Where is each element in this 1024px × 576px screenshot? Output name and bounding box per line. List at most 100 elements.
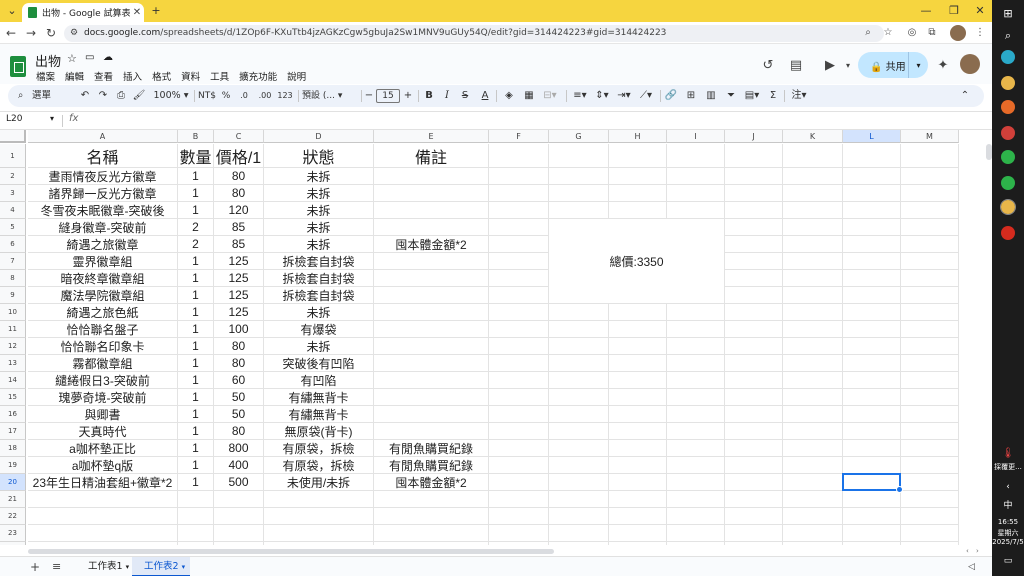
insert-comment-icon[interactable]: ⊞: [684, 87, 698, 105]
cell[interactable]: [549, 423, 609, 440]
cell[interactable]: [725, 508, 783, 525]
column-header-e[interactable]: E: [374, 130, 489, 143]
data-cell[interactable]: 有閒魚購買紀錄: [374, 440, 489, 457]
data-cell[interactable]: 冬雪夜未眠徽章-突破後: [28, 202, 178, 219]
cell[interactable]: [843, 144, 901, 168]
meet-dropdown-icon[interactable]: ▾: [838, 56, 858, 76]
cell[interactable]: [783, 389, 843, 406]
cell[interactable]: [264, 508, 374, 525]
cell[interactable]: [783, 168, 843, 185]
cell[interactable]: [667, 423, 725, 440]
cell[interactable]: [667, 168, 725, 185]
chrome-icon[interactable]: [1001, 76, 1015, 90]
profile-icon[interactable]: [950, 25, 966, 41]
row-header-13[interactable]: 13: [0, 355, 26, 372]
percent-format-button[interactable]: %: [220, 87, 232, 105]
zoom-select[interactable]: 100% ▾: [151, 87, 191, 105]
data-cell[interactable]: 80: [214, 355, 264, 372]
cell[interactable]: [609, 372, 667, 389]
data-cell[interactable]: 2: [178, 219, 214, 236]
ime-indicator[interactable]: 中: [992, 498, 1024, 511]
cell[interactable]: [843, 355, 901, 372]
cell[interactable]: [783, 144, 843, 168]
currency-format-button[interactable]: NT$: [197, 87, 217, 105]
data-cell[interactable]: 諸界歸一反光方徽章: [28, 185, 178, 202]
cell[interactable]: [783, 440, 843, 457]
data-cell[interactable]: [374, 389, 489, 406]
data-cell[interactable]: 有凹陷: [264, 372, 374, 389]
column-header-a[interactable]: A: [28, 130, 178, 143]
cell[interactable]: [489, 423, 549, 440]
header-cell[interactable]: 價格/1: [214, 144, 264, 168]
cell[interactable]: [725, 304, 783, 321]
restore-icon[interactable]: ❐: [945, 2, 963, 20]
bold-button[interactable]: B: [422, 87, 436, 105]
cell[interactable]: [901, 168, 959, 185]
cell[interactable]: [609, 474, 667, 491]
spreadsheet-grid[interactable]: ABCDEFGHIJKLM 1 2 3 4 5 6 7 8 9 10 11 12 13 14 15 16 17 1…: [0, 130, 986, 545]
data-cell[interactable]: [374, 355, 489, 372]
data-cell[interactable]: 120: [214, 202, 264, 219]
functions-icon[interactable]: Σ: [766, 87, 780, 105]
data-cell[interactable]: 125: [214, 304, 264, 321]
data-cell[interactable]: 1: [178, 423, 214, 440]
share-button[interactable]: 🔒 共用 ▾: [858, 52, 928, 78]
data-cell[interactable]: 突破後有凹陷: [264, 355, 374, 372]
cell[interactable]: [264, 525, 374, 542]
font-select[interactable]: 預設 (... ▾: [302, 87, 358, 105]
data-cell[interactable]: 繾綣假日3-突破前: [28, 372, 178, 389]
explore-icon[interactable]: ◁: [968, 559, 975, 575]
tab-list-icon[interactable]: ⌄: [3, 2, 21, 20]
firefox-icon[interactable]: [1001, 100, 1015, 114]
row-header-6[interactable]: 6: [0, 236, 26, 253]
formula-input[interactable]: [90, 114, 970, 128]
data-cell[interactable]: 23年生日精油套組+徽章*2: [28, 474, 178, 491]
move-folder-icon[interactable]: ▭: [85, 52, 94, 63]
cell[interactable]: [725, 202, 783, 219]
data-cell[interactable]: 囤本體金額*2: [374, 236, 489, 253]
cell[interactable]: [901, 474, 959, 491]
data-cell[interactable]: [374, 253, 489, 270]
data-cell[interactable]: 無原袋(背卡): [264, 423, 374, 440]
menu-dots-icon[interactable]: ⋮: [972, 25, 988, 41]
cell[interactable]: [374, 525, 489, 542]
cell[interactable]: [609, 423, 667, 440]
menu-edit[interactable]: 編輯: [65, 69, 84, 83]
data-cell[interactable]: 拆檢套自封袋: [264, 253, 374, 270]
number-format-button[interactable]: 123: [277, 87, 293, 105]
data-cell[interactable]: 恰恰聯名印象卡: [28, 338, 178, 355]
cell[interactable]: [783, 287, 843, 304]
cell[interactable]: [725, 525, 783, 542]
all-sheets-icon[interactable]: ≡: [52, 559, 61, 575]
cell[interactable]: [549, 338, 609, 355]
forward-icon[interactable]: →: [22, 24, 40, 42]
data-cell[interactable]: [374, 185, 489, 202]
filter-icon[interactable]: ⏷: [724, 87, 738, 105]
cell[interactable]: [609, 406, 667, 423]
data-cell[interactable]: 50: [214, 406, 264, 423]
add-sheet-icon[interactable]: +: [30, 559, 40, 575]
cell[interactable]: [725, 491, 783, 508]
row-header-7[interactable]: 7: [0, 253, 26, 270]
horizontal-align-icon[interactable]: ≡▾: [570, 87, 590, 105]
cell[interactable]: [901, 423, 959, 440]
horizontal-scrollbar[interactable]: [28, 549, 554, 554]
row-header-22[interactable]: 22: [0, 508, 26, 525]
header-cell[interactable]: 備註: [374, 144, 489, 168]
cell[interactable]: [783, 423, 843, 440]
cell[interactable]: [549, 474, 609, 491]
menu-help[interactable]: 說明: [287, 69, 306, 83]
data-cell[interactable]: 有繡無背卡: [264, 389, 374, 406]
cell[interactable]: [489, 304, 549, 321]
name-box-dropdown-icon[interactable]: ▾: [50, 114, 54, 123]
row-header-8[interactable]: 8: [0, 270, 26, 287]
menu-file[interactable]: 檔案: [36, 69, 55, 83]
sheet-tab-2[interactable]: 工作表2 ▾: [132, 557, 190, 576]
cell[interactable]: [609, 355, 667, 372]
cell[interactable]: [843, 491, 901, 508]
cell[interactable]: [901, 542, 959, 545]
cell[interactable]: [28, 491, 178, 508]
weather-label[interactable]: 採覆更...: [992, 462, 1024, 472]
puzzle-icon[interactable]: ⧉: [924, 25, 940, 41]
cell[interactable]: [549, 525, 609, 542]
